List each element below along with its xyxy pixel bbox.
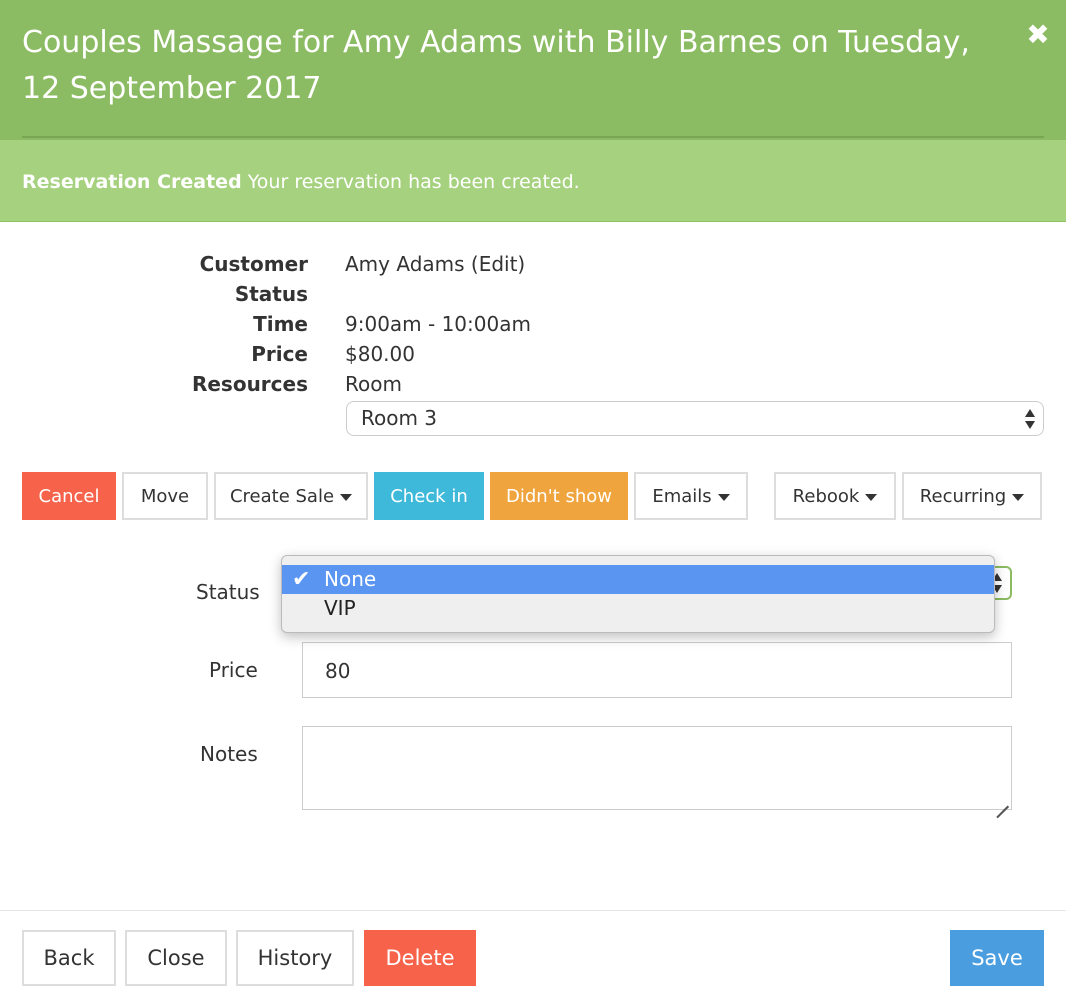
- status-dropdown-menu: ✔ None VIP: [281, 555, 995, 633]
- delete-button[interactable]: Delete: [364, 930, 476, 986]
- modal-title: Couples Massage for Amy Adams with Billy…: [22, 25, 970, 106]
- resources-value: Room: [345, 372, 402, 396]
- customer-label: Customer: [199, 252, 308, 276]
- detail-row-time: Time 9:00am - 10:00am: [0, 310, 1066, 340]
- price-input[interactable]: 80: [302, 642, 1012, 698]
- notes-textarea[interactable]: [302, 726, 1012, 810]
- checkmark-icon: ✔: [292, 567, 311, 592]
- detail-row-status: Status: [0, 280, 1066, 310]
- didnt-show-button[interactable]: Didn't show: [490, 472, 628, 520]
- modal-header: Couples Massage for Amy Adams with Billy…: [0, 0, 1066, 140]
- close-button[interactable]: Close: [125, 930, 227, 986]
- status-option-label: VIP: [324, 596, 356, 620]
- history-button[interactable]: History: [236, 930, 354, 986]
- room-select-value: Room 3: [361, 406, 438, 430]
- recurring-label: Recurring: [919, 486, 1007, 507]
- status-field-label: Status: [196, 580, 260, 604]
- notes-field-label: Notes: [200, 742, 258, 766]
- resize-grip-icon[interactable]: [995, 793, 1009, 807]
- create-sale-label: Create Sale: [229, 486, 335, 507]
- price-label: Price: [251, 342, 308, 366]
- cancel-button[interactable]: Cancel: [22, 472, 116, 520]
- recurring-button[interactable]: Recurring: [902, 472, 1042, 520]
- back-button[interactable]: Back: [22, 930, 116, 986]
- status-option-label: None: [324, 567, 377, 591]
- time-label: Time: [253, 312, 308, 336]
- time-value: 9:00am - 10:00am: [345, 312, 531, 336]
- success-alert: Reservation Created Your reservation has…: [0, 140, 1066, 222]
- check-in-button[interactable]: Check in: [374, 472, 484, 520]
- price-value: $80.00: [345, 342, 415, 366]
- caret-down-icon: [865, 493, 878, 501]
- detail-row-resources: Resources Room: [0, 370, 1066, 400]
- emails-label: Emails: [652, 486, 712, 507]
- rebook-label: Rebook: [792, 486, 860, 507]
- emails-button[interactable]: Emails: [634, 472, 748, 520]
- status-option-vip[interactable]: VIP: [282, 594, 994, 623]
- header-divider: [22, 136, 1044, 138]
- status-option-none[interactable]: ✔ None: [282, 565, 994, 594]
- caret-down-icon: [717, 493, 730, 501]
- status-label: Status: [234, 282, 308, 306]
- move-button[interactable]: Move: [122, 472, 208, 520]
- customer-value[interactable]: Amy Adams (Edit): [345, 252, 525, 276]
- caret-down-icon: [340, 493, 353, 501]
- save-button[interactable]: Save: [950, 930, 1044, 986]
- room-select[interactable]: Room 3: [346, 401, 1044, 436]
- rebook-button[interactable]: Rebook: [774, 472, 896, 520]
- caret-down-icon: [1012, 493, 1025, 501]
- detail-row-price: Price $80.00: [0, 340, 1066, 370]
- close-icon[interactable]: ✖: [1024, 20, 1052, 50]
- detail-row-customer: Customer Amy Adams (Edit): [0, 250, 1066, 280]
- select-arrows-icon: [1025, 407, 1035, 431]
- price-field-label: Price: [209, 658, 258, 682]
- alert-heading: Reservation Created: [22, 171, 242, 193]
- alert-message: Your reservation has been created.: [247, 171, 580, 193]
- resources-label: Resources: [191, 372, 308, 396]
- create-sale-button[interactable]: Create Sale: [214, 472, 368, 520]
